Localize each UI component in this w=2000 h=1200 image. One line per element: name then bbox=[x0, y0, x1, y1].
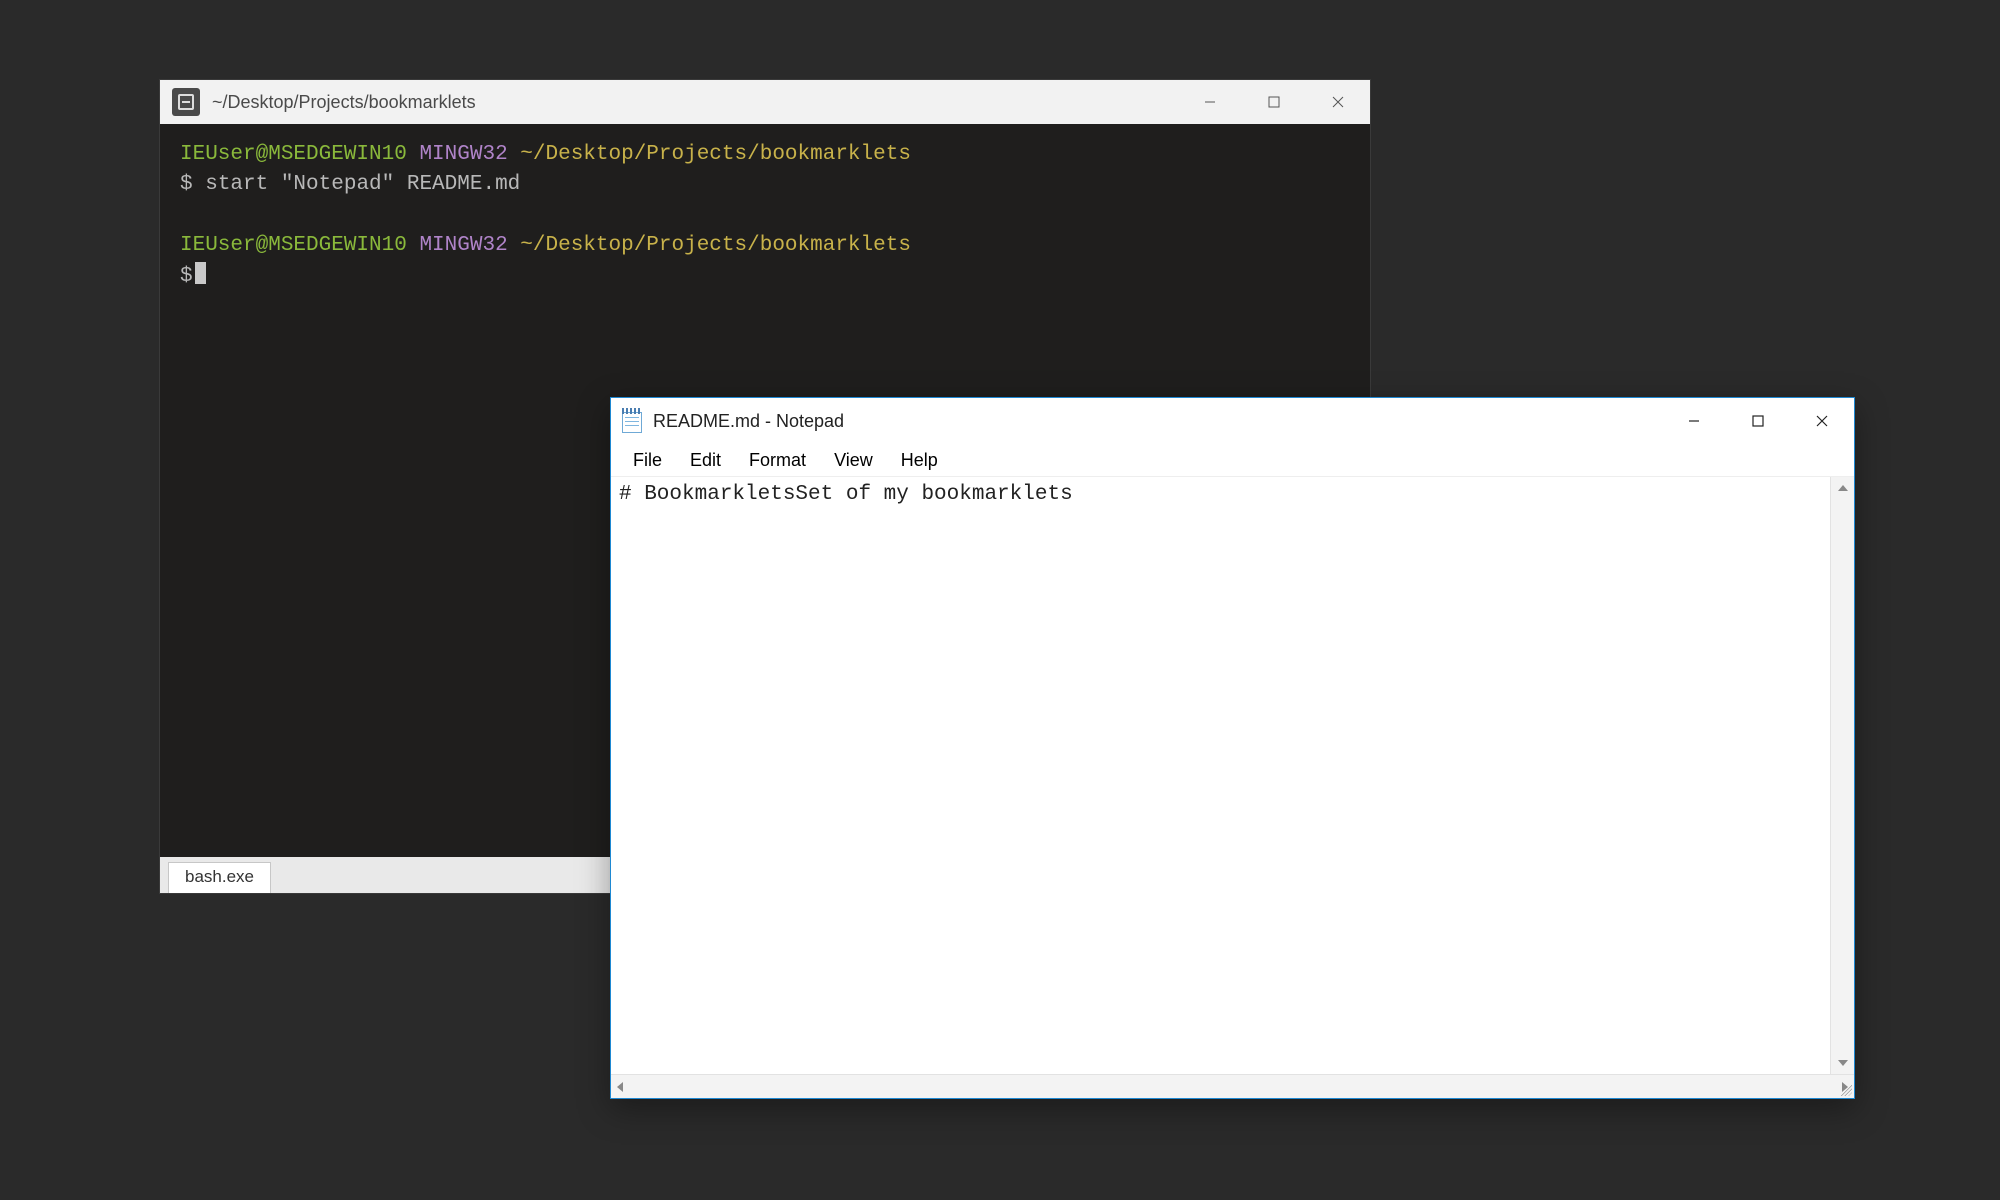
resize-grip-icon[interactable] bbox=[1838, 1082, 1852, 1096]
terminal-titlebar[interactable]: ~/Desktop/Projects/bookmarklets bbox=[160, 80, 1370, 124]
terminal-tab[interactable]: bash.exe bbox=[168, 862, 271, 893]
notepad-app-icon bbox=[621, 408, 643, 434]
notepad-title: README.md - Notepad bbox=[653, 411, 1662, 432]
notepad-menubar: File Edit Format View Help bbox=[611, 444, 1854, 476]
terminal-command-1: start "Notepad" README.md bbox=[205, 173, 520, 196]
minimize-button[interactable] bbox=[1662, 398, 1726, 444]
prompt-symbol: $ bbox=[180, 173, 193, 196]
prompt-path: ~/Desktop/Projects/bookmarklets bbox=[520, 143, 911, 166]
terminal-title: ~/Desktop/Projects/bookmarklets bbox=[210, 92, 1178, 113]
prompt-user-host: IEUser@MSEDGEWIN10 bbox=[180, 143, 407, 166]
scroll-left-icon[interactable] bbox=[617, 1082, 623, 1092]
notepad-editor-area: # BookmarkletsSet of my bookmarklets bbox=[611, 476, 1854, 1074]
notepad-window: README.md - Notepad File Edit Format Vie… bbox=[610, 397, 1855, 1099]
prompt-user-host: IEUser@MSEDGEWIN10 bbox=[180, 234, 407, 257]
terminal-app-icon bbox=[172, 88, 200, 116]
horizontal-scrollbar[interactable] bbox=[611, 1074, 1854, 1098]
scroll-up-icon[interactable] bbox=[1831, 477, 1854, 499]
close-button[interactable] bbox=[1306, 80, 1370, 124]
vertical-scrollbar[interactable] bbox=[1830, 477, 1854, 1074]
menu-file[interactable]: File bbox=[619, 448, 676, 473]
prompt-env: MINGW32 bbox=[419, 143, 507, 166]
maximize-button[interactable] bbox=[1726, 398, 1790, 444]
maximize-button[interactable] bbox=[1242, 80, 1306, 124]
notepad-titlebar[interactable]: README.md - Notepad bbox=[611, 398, 1854, 444]
notepad-window-controls bbox=[1662, 398, 1854, 444]
terminal-window-controls bbox=[1178, 80, 1370, 124]
menu-help[interactable]: Help bbox=[887, 448, 952, 473]
notepad-text-content[interactable]: # BookmarkletsSet of my bookmarklets bbox=[611, 477, 1830, 1074]
close-button[interactable] bbox=[1790, 398, 1854, 444]
minimize-button[interactable] bbox=[1178, 80, 1242, 124]
menu-format[interactable]: Format bbox=[735, 448, 820, 473]
terminal-cursor bbox=[195, 262, 206, 284]
menu-edit[interactable]: Edit bbox=[676, 448, 735, 473]
scroll-down-icon[interactable] bbox=[1831, 1052, 1854, 1074]
prompt-path: ~/Desktop/Projects/bookmarklets bbox=[520, 234, 911, 257]
prompt-symbol: $ bbox=[180, 265, 193, 288]
menu-view[interactable]: View bbox=[820, 448, 887, 473]
prompt-env: MINGW32 bbox=[419, 234, 507, 257]
